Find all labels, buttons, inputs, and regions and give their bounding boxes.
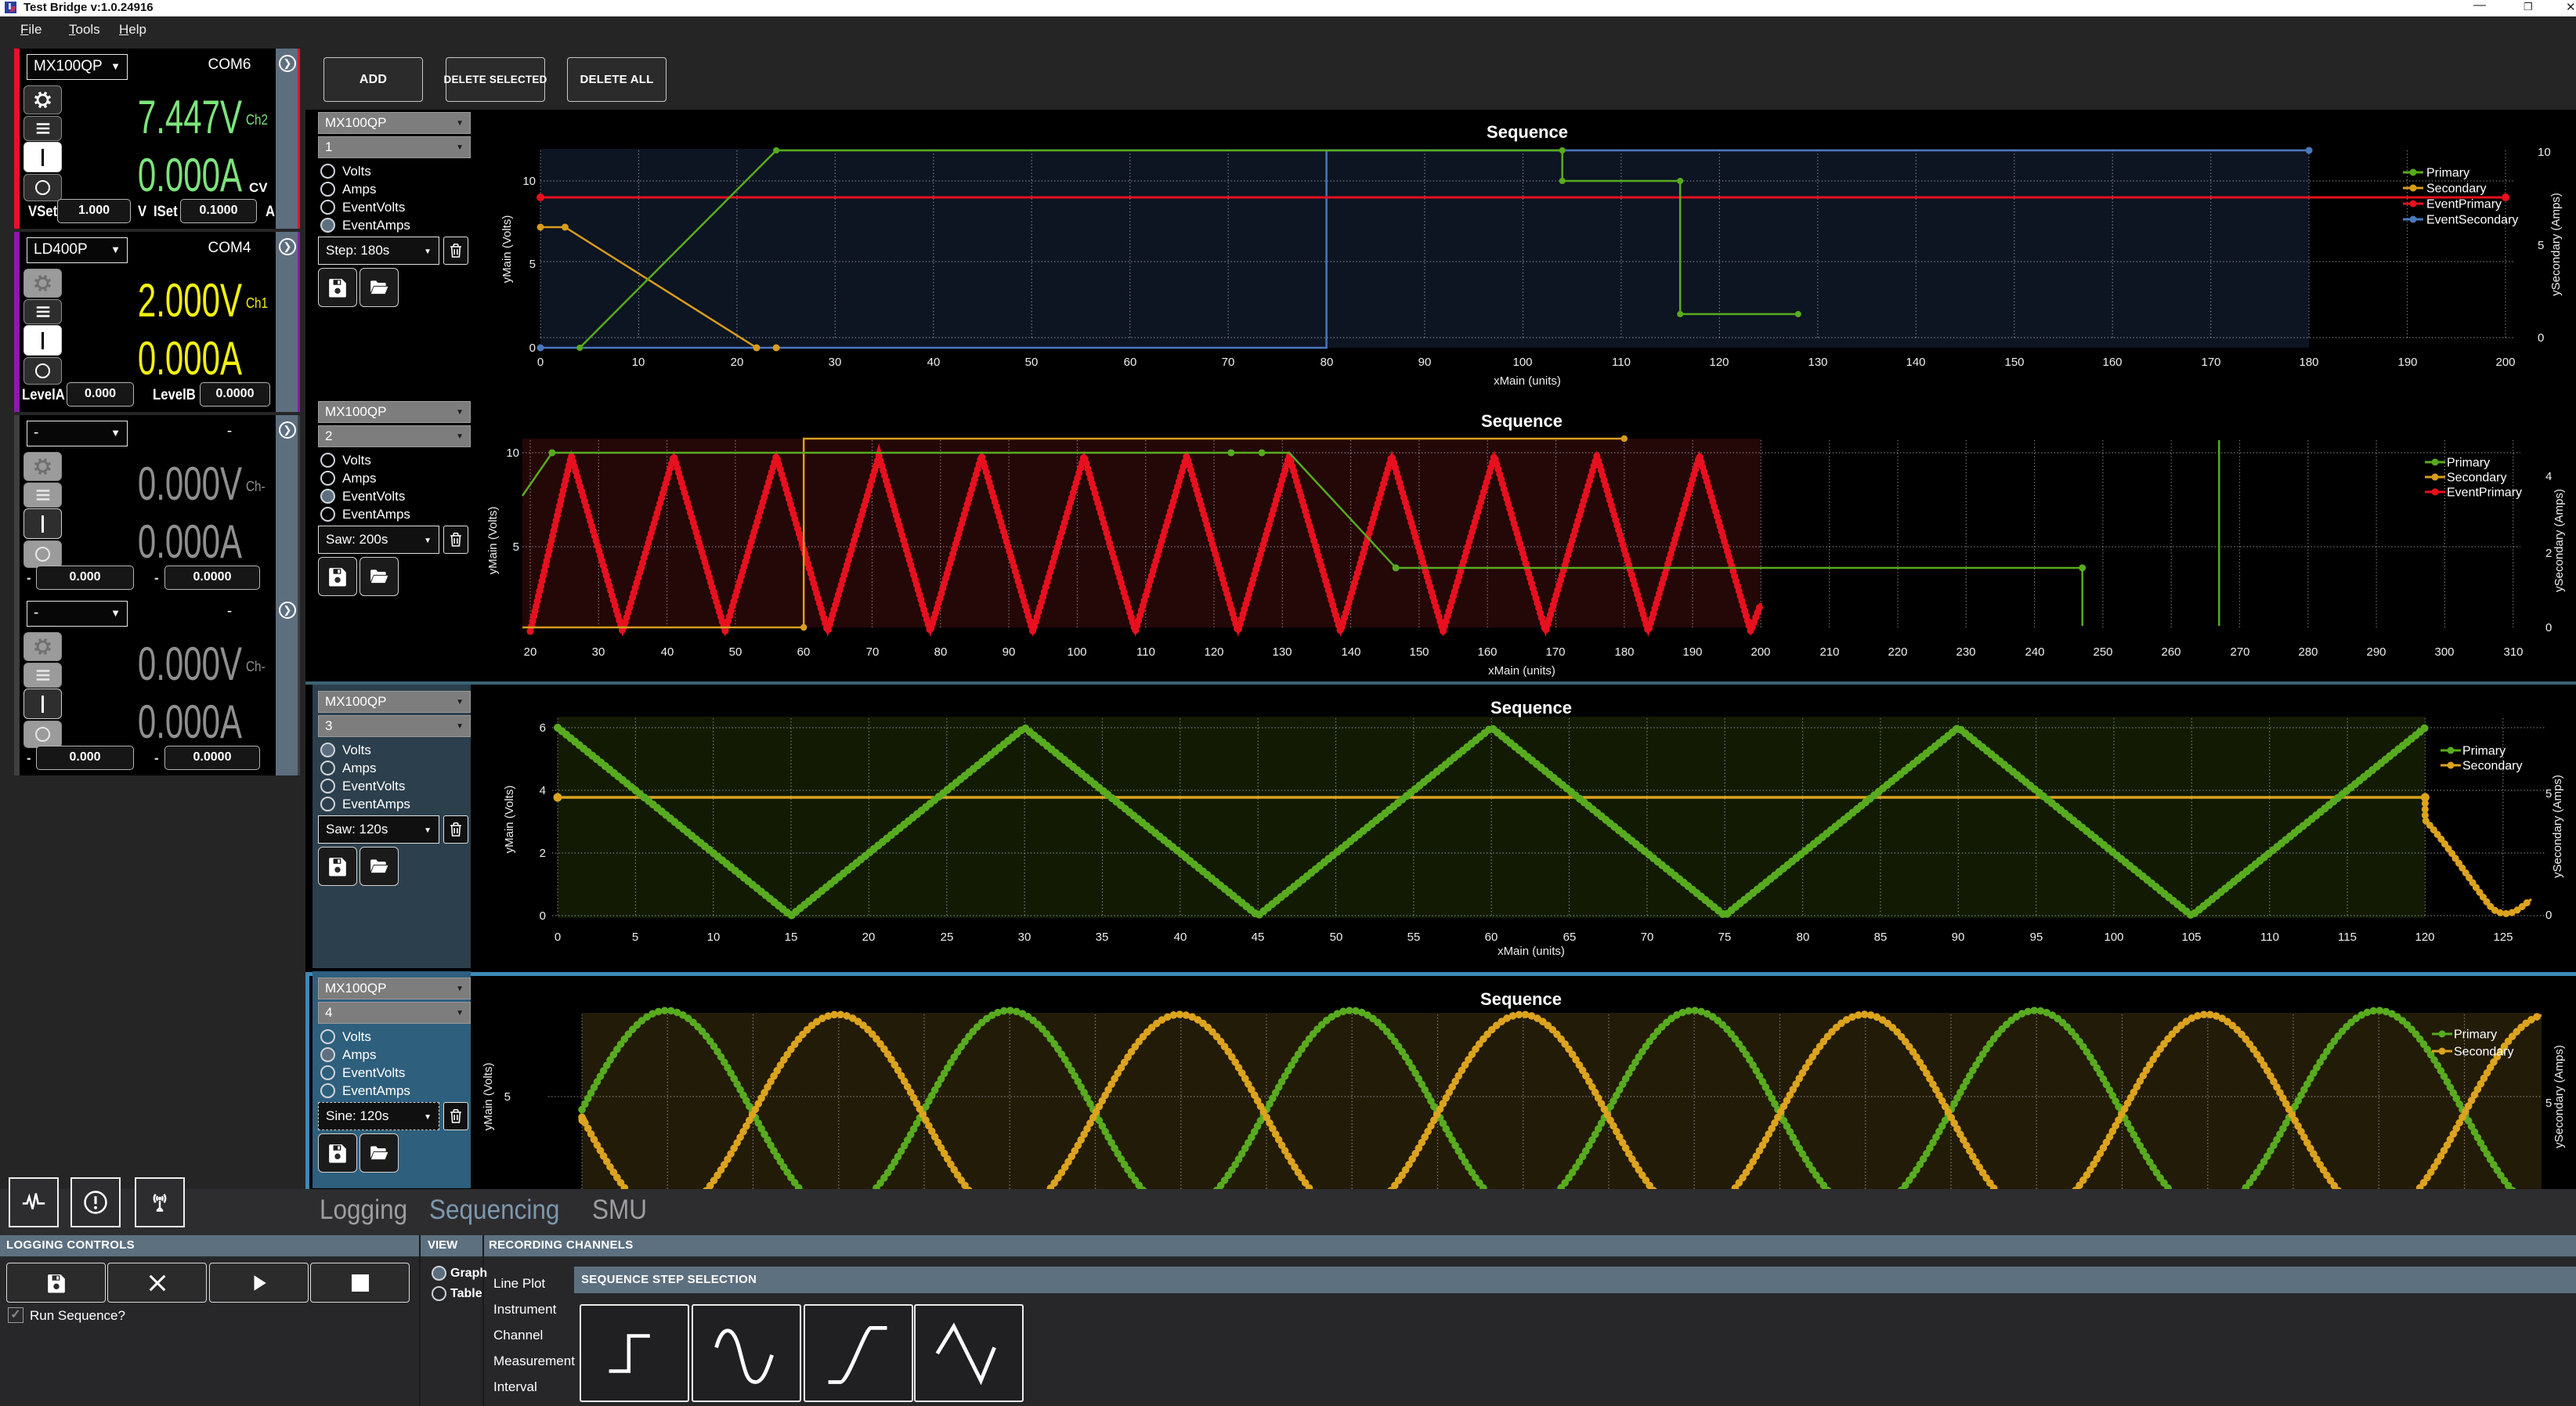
svg-text:5: 5 [2545, 1097, 2552, 1110]
svg-text:yMain (Volts): yMain (Volts) [482, 1063, 495, 1131]
svg-text:Secondary: Secondary [2454, 1046, 2514, 1059]
svg-text:Sequence: Sequence [1480, 989, 1562, 1009]
svg-text:Primary: Primary [2454, 1028, 2497, 1042]
svg-text:ySecondary (Amps): ySecondary (Amps) [2553, 1045, 2566, 1148]
svg-text:5: 5 [504, 1090, 511, 1104]
